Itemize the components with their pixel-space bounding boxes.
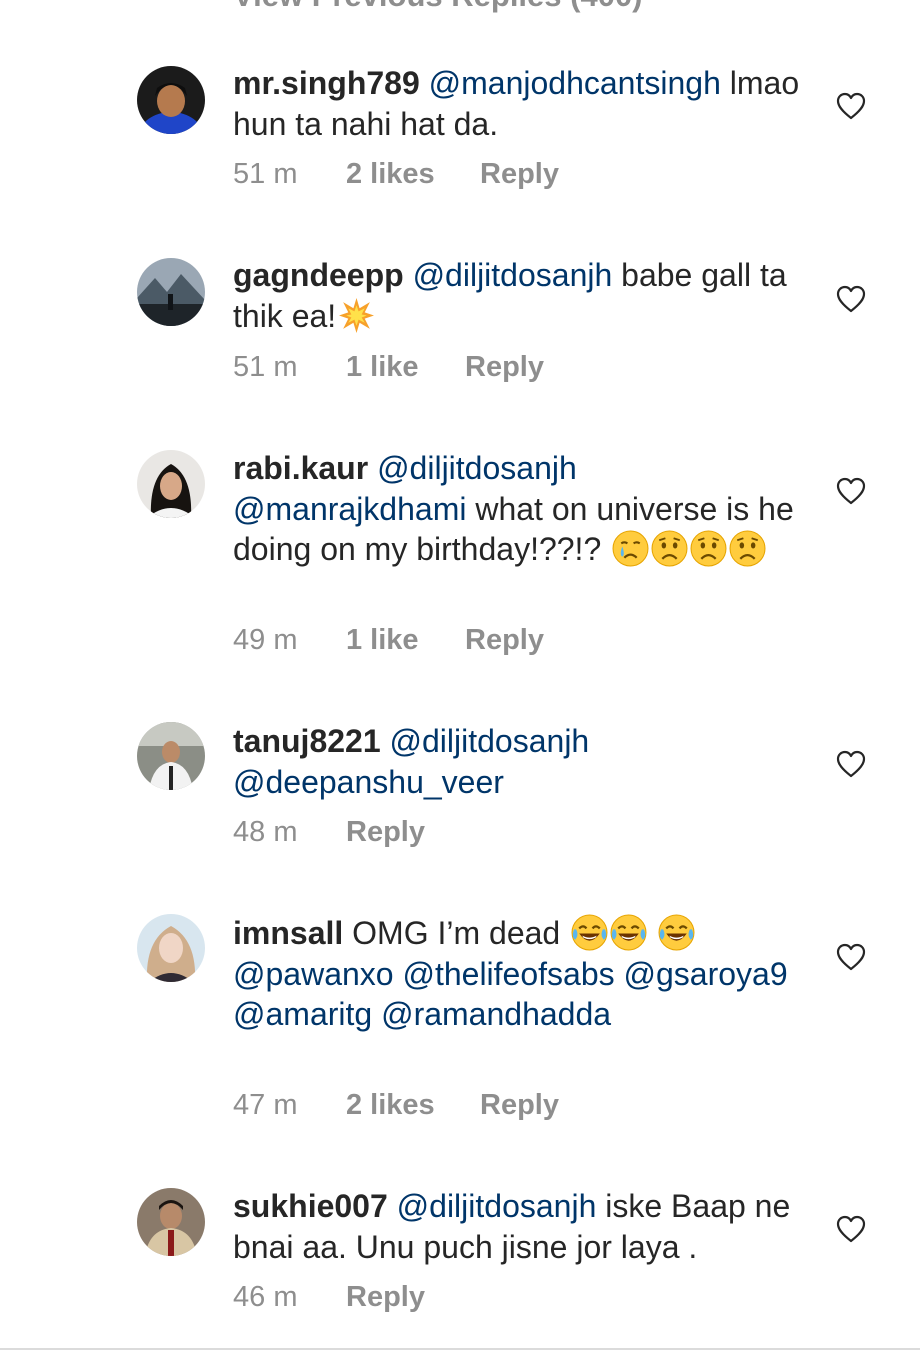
mention-link[interactable]: @manjodhcantsingh (429, 65, 721, 101)
comment-text: gagndeepp @diljitdosanjh babe gall ta th… (233, 255, 808, 336)
comment-text: tanuj8221 @diljitdosanjh @deepanshu_veer (233, 721, 808, 802)
heart-outline-icon[interactable] (836, 943, 866, 971)
mention-link[interactable]: @diljitdosanjh (377, 450, 577, 486)
comment-username[interactable]: rabi.kaur (233, 450, 368, 486)
comment-meta: 49 m 1 like Reply (233, 624, 544, 657)
comment-meta: 47 m 2 likes Reply (233, 1089, 559, 1122)
comment-text-fragment (647, 915, 656, 951)
view-previous-replies-link[interactable]: View Previous Replies (400) (233, 0, 643, 14)
comment-text-fragment (372, 996, 381, 1032)
mention-link[interactable]: @pawanxo (233, 956, 394, 992)
comment-time: 48 m (233, 816, 298, 848)
likes-count[interactable]: 1 like (346, 351, 465, 384)
mention-link[interactable]: @diljitdosanjh (390, 723, 590, 759)
comment-username[interactable]: tanuj8221 (233, 723, 381, 759)
comment-username[interactable]: sukhie007 (233, 1188, 388, 1224)
mention-link[interactable]: @ramandhadda (381, 996, 611, 1032)
comment-text-fragment: OMG I’m dead (352, 915, 570, 951)
crying-face-emoji-icon (612, 530, 649, 567)
avatar[interactable] (137, 1188, 205, 1256)
comment-text: imnsall OMG I’m dead @pawanxo @thelifeof… (233, 913, 808, 1035)
tears-of-joy-emoji-icon (571, 914, 608, 951)
likes-count[interactable]: 2 likes (346, 1089, 480, 1122)
heart-outline-icon[interactable] (836, 1215, 866, 1243)
comment-meta: 51 m 1 like Reply (233, 351, 544, 384)
mention-link[interactable]: @gsaroya9 (624, 956, 788, 992)
mention-link[interactable]: @thelifeofsabs (402, 956, 614, 992)
mention-link[interactable]: @deepanshu_veer (233, 764, 504, 800)
heart-outline-icon[interactable] (836, 477, 866, 505)
worried-face-emoji-icon (690, 530, 727, 567)
comment-time: 47 m (233, 1089, 298, 1121)
heart-outline-icon[interactable] (836, 92, 866, 120)
reply-button[interactable]: Reply (346, 816, 425, 849)
comment-meta: 51 m 2 likes Reply (233, 158, 559, 191)
heart-outline-icon[interactable] (836, 285, 866, 313)
tears-of-joy-emoji-icon (658, 914, 695, 951)
comment-username[interactable]: imnsall (233, 915, 343, 951)
reply-button[interactable]: Reply (465, 351, 544, 384)
comment-time: 51 m (233, 158, 298, 190)
avatar[interactable] (137, 450, 205, 518)
reply-button[interactable]: Reply (480, 158, 559, 191)
comment-username[interactable]: mr.singh789 (233, 65, 420, 101)
reply-button[interactable]: Reply (480, 1089, 559, 1122)
avatar[interactable] (137, 66, 205, 134)
tears-of-joy-emoji-icon (610, 914, 647, 951)
comment-meta: 48 m Reply (233, 816, 425, 849)
avatar[interactable] (137, 914, 205, 982)
mention-link[interactable]: @manrajkdhami (233, 491, 466, 527)
comment-time: 51 m (233, 351, 298, 383)
worried-face-emoji-icon (651, 530, 688, 567)
reply-button[interactable]: Reply (465, 624, 544, 657)
mention-link[interactable]: @diljitdosanjh (397, 1188, 597, 1224)
comment-text: mr.singh789 @manjodhcantsingh lmao hun t… (233, 63, 808, 144)
likes-count[interactable]: 1 like (346, 624, 465, 657)
comment-time: 46 m (233, 1281, 298, 1313)
likes-count[interactable]: 2 likes (346, 158, 480, 191)
heart-outline-icon[interactable] (836, 750, 866, 778)
avatar[interactable] (137, 722, 205, 790)
reply-button[interactable]: Reply (346, 1281, 425, 1314)
divider (0, 1348, 920, 1350)
comment-text: sukhie007 @diljitdosanjh iske Baap ne bn… (233, 1186, 808, 1267)
mention-link[interactable]: @diljitdosanjh (413, 257, 613, 293)
comment-time: 49 m (233, 624, 298, 656)
comment-username[interactable]: gagndeepp (233, 257, 404, 293)
comment-meta: 46 m Reply (233, 1281, 425, 1314)
worried-face-emoji-icon (729, 530, 766, 567)
comment-text-fragment (615, 956, 624, 992)
avatar[interactable] (137, 258, 205, 326)
mention-link[interactable]: @amaritg (233, 996, 372, 1032)
collision-emoji-icon (338, 297, 375, 334)
comment-text: rabi.kaur @diljitdosanjh @manrajkdhami w… (233, 448, 808, 570)
